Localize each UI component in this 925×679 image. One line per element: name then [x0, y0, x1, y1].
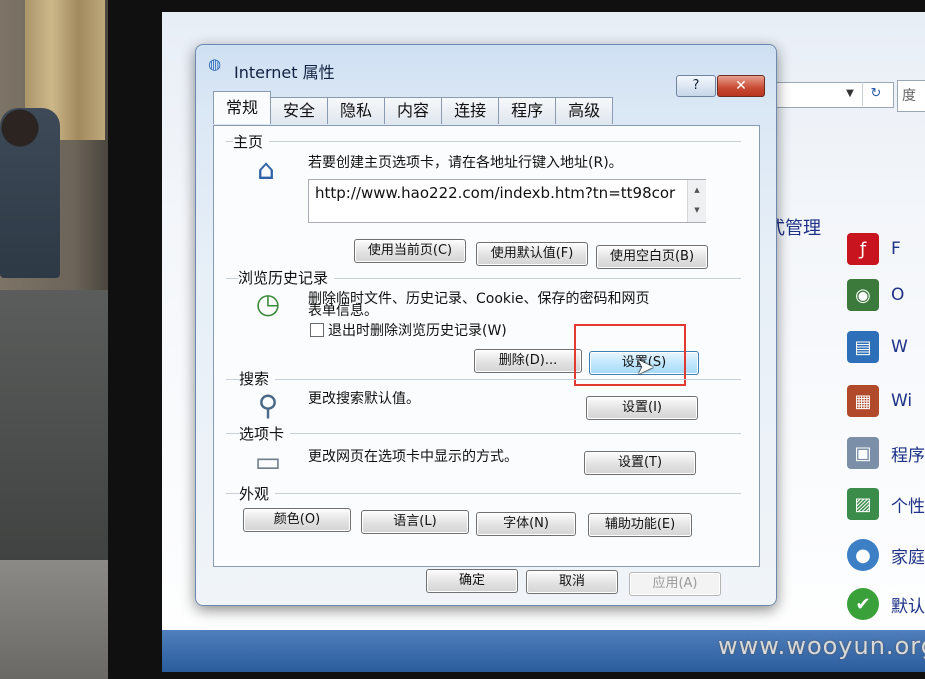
red-highlight-box [574, 324, 686, 386]
tabs-description: 更改网页在选项卡中显示的方式。 [308, 449, 518, 465]
close-button[interactable]: ✕ [717, 75, 765, 97]
delete-history-button[interactable]: 删除(D)... [474, 349, 582, 373]
cp-item-label: 程序 [891, 445, 925, 466]
cancel-button[interactable]: 取消 [526, 570, 618, 594]
default-programs-icon: ✔ [847, 588, 879, 620]
group-divider [226, 379, 741, 380]
tab-content[interactable]: 内容 [384, 97, 443, 124]
cp-item-windows[interactable]: ▤ W [847, 330, 908, 364]
apply-button: 应用(A) [629, 572, 721, 596]
homepage-description: 若要创建主页选项卡，请在各地址行键入地址(R)。 [308, 155, 623, 171]
appearance-group-label: 外观 [239, 483, 276, 504]
languages-button[interactable]: 语言(L) [361, 510, 469, 534]
use-default-button[interactable]: 使用默认值(F) [476, 242, 588, 266]
cp-item-personalization[interactable]: ▨ 个性 [847, 487, 925, 521]
tab-programs[interactable]: 程序 [498, 97, 557, 124]
history-description-line2: 表单信息。 [308, 303, 378, 319]
delete-on-exit-label[interactable]: 退出时删除浏览历史记录(W) [328, 320, 507, 340]
house-icon: ⌂ [257, 152, 275, 186]
group-divider [226, 493, 741, 494]
refresh-icon[interactable]: ↻ [862, 82, 889, 106]
accessibility-button[interactable]: 辅助功能(E) [588, 513, 692, 537]
tab-privacy[interactable]: 隐私 [327, 97, 386, 124]
background-person [0, 108, 60, 278]
cp-item-programs[interactable]: ▣ 程序 [847, 436, 925, 470]
help-button[interactable]: ? [676, 75, 716, 97]
cd-icon: ◉ [847, 279, 879, 311]
cp-item-flash[interactable]: ƒ F [847, 232, 901, 266]
ok-button[interactable]: 确定 [426, 569, 518, 593]
tab-connections[interactable]: 连接 [441, 97, 500, 124]
search-description: 更改搜索默认值。 [308, 391, 420, 407]
internet-options-dialog: ◍ Internet 属性 ? ✕ 常规 安全 隐私 内容 连接 程序 高级 主… [195, 44, 777, 606]
tabs-settings-button[interactable]: 设置(T) [584, 451, 696, 475]
tab-security[interactable]: 安全 [270, 97, 329, 124]
tab-general[interactable]: 常规 [213, 91, 272, 124]
cp-item-homegroup[interactable]: ● 家庭 [847, 538, 925, 572]
firewall-icon: ▦ [847, 385, 879, 417]
cp-item-label: F [891, 239, 901, 259]
group-divider [226, 141, 741, 142]
cp-item-label: 默认程 [891, 596, 925, 617]
programs-icon: ▣ [847, 437, 879, 469]
fonts-button[interactable]: 字体(N) [476, 512, 576, 536]
cp-item-label: 个性 [891, 496, 925, 517]
cp-item-label: Wi [891, 391, 913, 411]
delete-on-exit-checkbox[interactable] [310, 323, 324, 337]
search-box[interactable]: 度 [897, 80, 925, 112]
cp-item-label: 家庭 [891, 547, 925, 568]
url-scrollbar[interactable]: ▲ ▼ [687, 180, 706, 222]
flash-icon: ƒ [847, 233, 879, 265]
floor [0, 560, 120, 679]
dialog-title: Internet 属性 [234, 63, 335, 82]
personalization-icon: ▨ [847, 488, 879, 520]
group-divider [226, 433, 741, 434]
homegroup-icon: ● [847, 539, 879, 571]
homepage-url-input[interactable]: http://www.hao222.com/indexb.htm?tn=tt98… [308, 179, 706, 223]
address-dropdown-icon[interactable]: ▼ [841, 82, 859, 106]
history-clock-icon: ◷ [255, 286, 281, 320]
colors-button[interactable]: 颜色(O) [243, 508, 351, 532]
cp-item-label: W [891, 337, 908, 357]
tab-advanced[interactable]: 高级 [555, 97, 614, 124]
windows-icon: ▤ [847, 331, 879, 363]
tabs-window-icon: ▭ [254, 444, 282, 478]
use-current-button[interactable]: 使用当前页(C) [354, 239, 466, 263]
use-blank-button[interactable]: 使用空白页(B) [596, 245, 708, 269]
magnifier-icon: ⚲ [257, 388, 279, 422]
search-settings-button[interactable]: 设置(I) [586, 396, 698, 420]
cp-item-cd[interactable]: ◉ O [847, 278, 904, 312]
internet-options-icon: ◍ [208, 55, 222, 73]
watermark: www.wooyun.org [718, 632, 925, 660]
cp-item-default-programs[interactable]: ✔ 默认程 [847, 587, 925, 621]
cp-item-firewall[interactable]: ▦ Wi [847, 384, 912, 418]
search-box-fragment: 度 [902, 88, 916, 104]
tab-strip: 常规 安全 隐私 内容 连接 程序 高级 [213, 91, 614, 125]
cp-item-label: O [891, 285, 905, 305]
mouse-cursor-icon: ➤ [636, 355, 655, 380]
